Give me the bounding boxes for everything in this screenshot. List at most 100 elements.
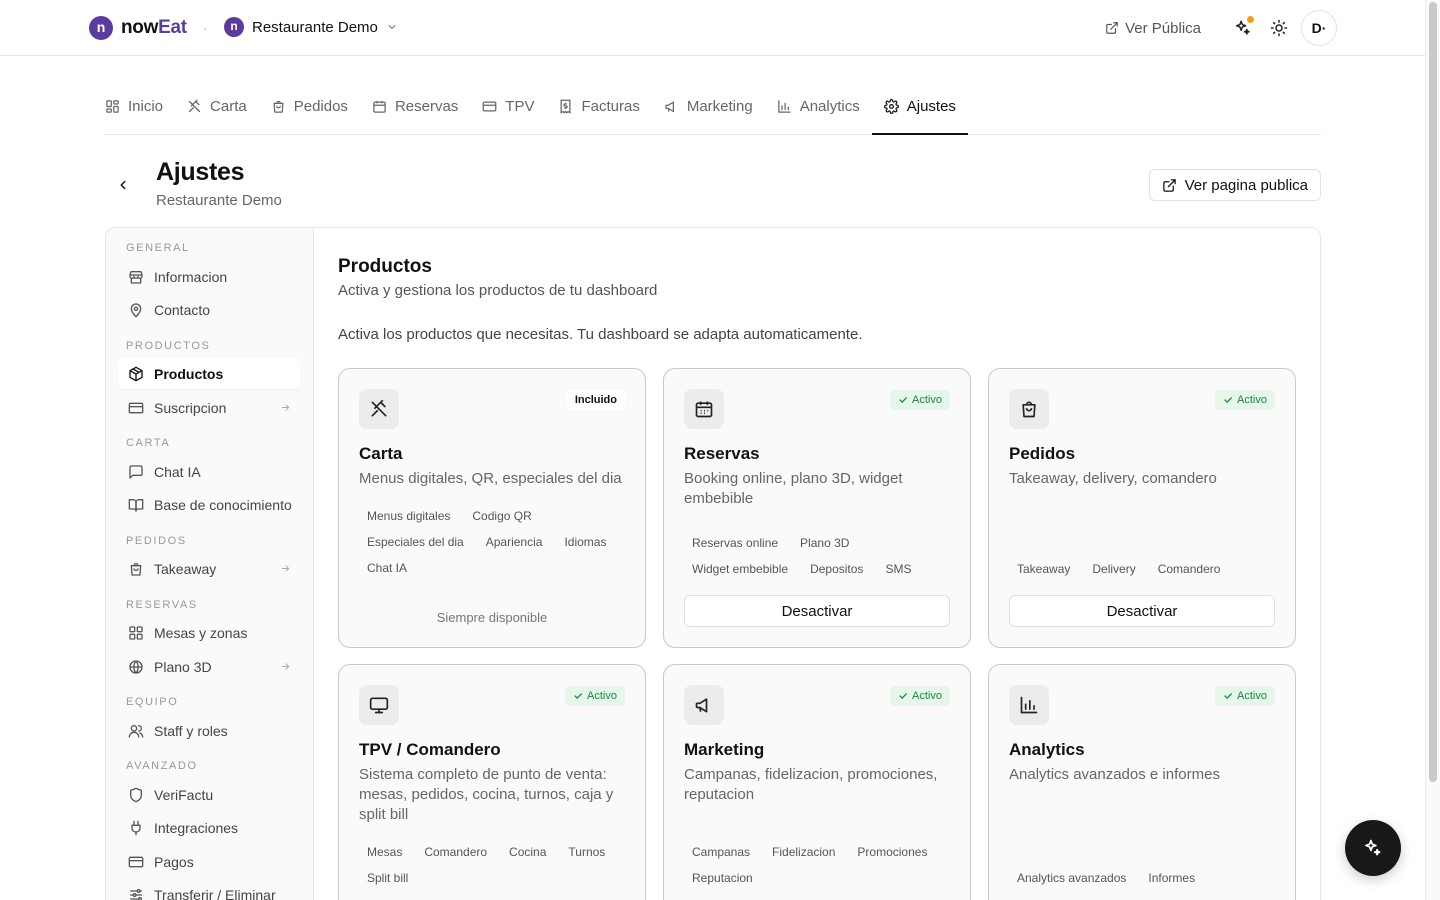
bar-chart-icon [1020, 696, 1038, 714]
ai-assistant-button[interactable] [1225, 10, 1261, 46]
tab-label: Carta [210, 97, 247, 115]
page-subtitle: Restaurante Demo [156, 192, 282, 209]
card-tags: Analytics avanzados Informes [1009, 869, 1289, 887]
sidebar-item-mesas[interactable]: Mesas y zonas [118, 617, 301, 648]
feature-tag: Delivery [1092, 562, 1136, 576]
sidebar-item-verifactu[interactable]: VeriFactu [118, 779, 301, 810]
tab-pedidos[interactable]: Pedidos [259, 78, 360, 134]
store-icon [129, 270, 143, 284]
sidebar-item-takeaway[interactable]: Takeaway [118, 553, 301, 584]
tab-carta[interactable]: Carta [175, 78, 259, 134]
brand-name-part2: Eat [158, 17, 187, 38]
section-title: Productos [338, 256, 432, 277]
feature-tag: Reservas online [692, 536, 779, 550]
feature-tag: Widget embebible [692, 562, 789, 576]
card-title: Analytics [1009, 740, 1085, 759]
view-public-link[interactable]: Ver Pública [1105, 20, 1201, 37]
bag-icon [273, 100, 284, 113]
bag-icon [1022, 401, 1036, 418]
sidebar-item-informacion[interactable]: Informacion [118, 261, 301, 292]
sidebar-item-integraciones[interactable]: Integraciones [118, 812, 301, 843]
active-badge: Activo [565, 686, 625, 706]
product-card-carta: Incluido Carta Menus digitales, QR, espe… [338, 368, 646, 648]
card-icon-box [684, 685, 724, 725]
feature-tag: Comandero [1157, 562, 1221, 576]
card-tags: Menus digitales Codigo QR Especiales del… [359, 507, 639, 577]
sidebar-item-plano3d[interactable]: Plano 3D [118, 651, 301, 682]
sidebar-item-transferir[interactable]: Transferir / Eliminar [118, 879, 301, 900]
card-description: Sistema completo de punto de venta: mesa… [359, 766, 614, 823]
top-actions: Ver Pública D· [1105, 10, 1337, 46]
sidebar-item-staff[interactable]: Staff y roles [118, 715, 301, 746]
restaurant-switcher[interactable]: n Restaurante Demo [224, 17, 398, 37]
brand-logo[interactable]: n nowEat [89, 16, 187, 40]
card-icon-box [1009, 685, 1049, 725]
sidebar-item-label: Base de conocimiento [154, 496, 292, 513]
tab-label: Inicio [128, 97, 164, 115]
feature-tag: Codigo QR [472, 509, 532, 523]
sidebar-item-productos[interactable]: Productos [118, 358, 301, 389]
scrollbar-thumb[interactable] [1429, 2, 1437, 782]
bag-icon [130, 562, 142, 576]
sidebar-item-chat-ia[interactable]: Chat IA [118, 456, 301, 487]
sidebar-item-label: Suscripcion [154, 399, 227, 416]
card-icon-box [1009, 389, 1049, 429]
avatar[interactable]: D· [1301, 10, 1337, 46]
theme-toggle-button[interactable] [1261, 10, 1297, 46]
section-subtitle: Activa y gestiona los productos de tu da… [338, 282, 658, 299]
back-button[interactable] [110, 172, 136, 198]
sidebar-group-carta: CARTA [126, 437, 171, 449]
card-title: Marketing [684, 740, 765, 759]
sliders-icon [130, 888, 142, 900]
scrollbar[interactable] [1425, 0, 1440, 900]
tab-reservas[interactable]: Reservas [360, 78, 470, 134]
sidebar-item-base-conocimiento[interactable]: Base de conocimiento [118, 489, 301, 520]
gear-icon [883, 98, 899, 114]
sidebar-item-contacto[interactable]: Contacto [118, 294, 301, 325]
sidebar-item-label: Informacion [154, 268, 228, 285]
card-description: Booking online, plano 3D, widget embebib… [684, 470, 903, 507]
feature-tag: SMS [885, 562, 912, 576]
tab-ajustes[interactable]: Ajustes [871, 78, 969, 135]
view-public-label: Ver Pública [1125, 19, 1201, 37]
tab-marketing[interactable]: Marketing [652, 78, 765, 134]
tab-analytics[interactable]: Analytics [765, 78, 872, 134]
badge-label: Activo [1237, 394, 1267, 406]
external-link-icon [1106, 22, 1118, 34]
restaurant-badge: n [224, 17, 244, 37]
product-card-analytics: Activo Analytics Analytics avanzados e i… [988, 664, 1296, 900]
bar-chart-icon [777, 99, 791, 113]
sidebar-group-avanzado: AVANZADO [126, 760, 198, 772]
settings-sidebar: GENERAL Informacion Contacto PRODUCTOS P… [106, 228, 314, 900]
sidebar-item-suscripcion[interactable]: Suscripcion [118, 392, 301, 423]
feature-tag: Apariencia [485, 535, 543, 549]
tab-inicio[interactable]: Inicio [105, 78, 175, 134]
deactivate-button[interactable]: Desactivar [684, 595, 950, 627]
feature-tag: Cocina [509, 845, 547, 859]
check-icon [1224, 693, 1232, 699]
feature-tag: Reputacion [692, 871, 753, 885]
settings-panel: GENERAL Informacion Contacto PRODUCTOS P… [105, 227, 1321, 900]
always-available-label: Siempre disponible [436, 609, 548, 625]
receipt-icon [560, 99, 571, 114]
ai-chat-fab[interactable] [1345, 820, 1401, 876]
sidebar-item-label: Chat IA [154, 463, 201, 480]
monitor-icon [369, 697, 389, 714]
active-badge: Activo [890, 686, 950, 706]
package-icon [129, 366, 143, 381]
feature-tag: Depositos [810, 562, 864, 576]
deactivate-button[interactable]: Desactivar [1009, 595, 1275, 627]
tab-label: Reservas [394, 97, 459, 115]
badge-label: Activo [912, 394, 942, 406]
view-public-page-button[interactable]: Ver pagina publica [1148, 169, 1321, 201]
feature-tag: Especiales del dia [367, 535, 464, 549]
sidebar-item-label: Transferir / Eliminar [154, 886, 276, 900]
card-tags: Reservas online Plano 3D Widget embebibl… [684, 534, 964, 578]
tab-facturas[interactable]: Facturas [546, 78, 651, 134]
sidebar-item-pagos[interactable]: Pagos [118, 846, 301, 877]
section-description: Activa los productos que necesitas. Tu d… [338, 326, 863, 343]
shield-icon [130, 787, 142, 802]
feature-tag: Fidelizacion [772, 845, 836, 859]
feature-tag: Comandero [424, 845, 488, 859]
tab-tpv[interactable]: TPV [470, 78, 546, 134]
